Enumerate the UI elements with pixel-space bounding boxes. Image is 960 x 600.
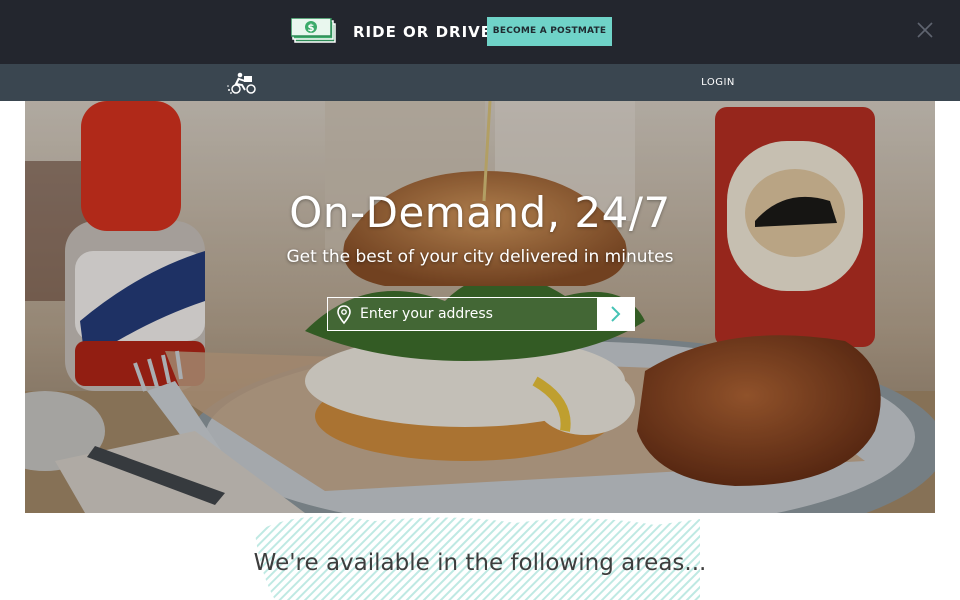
svg-text:$: $ [308,23,315,34]
chevron-right-icon [611,306,621,322]
promo-banner: $ RIDE OR DRIVE BECOME A POSTMATE [0,0,960,64]
areas-heading: We're available in the following areas..… [253,550,707,576]
address-submit-button[interactable] [597,298,634,330]
location-pin-icon [337,305,351,325]
hero-title: On-Demand, 24/7 [289,188,671,237]
login-link[interactable]: LOGIN [690,76,746,90]
postmates-courier-logo-icon[interactable] [226,70,259,95]
top-nav: LOGIN [0,64,960,101]
address-input[interactable] [360,298,596,330]
dollar-bills-icon: $ [291,18,336,43]
close-icon[interactable] [915,20,935,40]
hero-subtitle: Get the best of your city delivered in m… [286,247,674,267]
address-search-form [327,297,635,331]
become-a-postmate-button[interactable]: BECOME A POSTMATE [487,17,612,46]
hero-section: On-Demand, 24/7 Get the best of your cit… [25,101,935,513]
promo-text: RIDE OR DRIVE [353,23,493,41]
